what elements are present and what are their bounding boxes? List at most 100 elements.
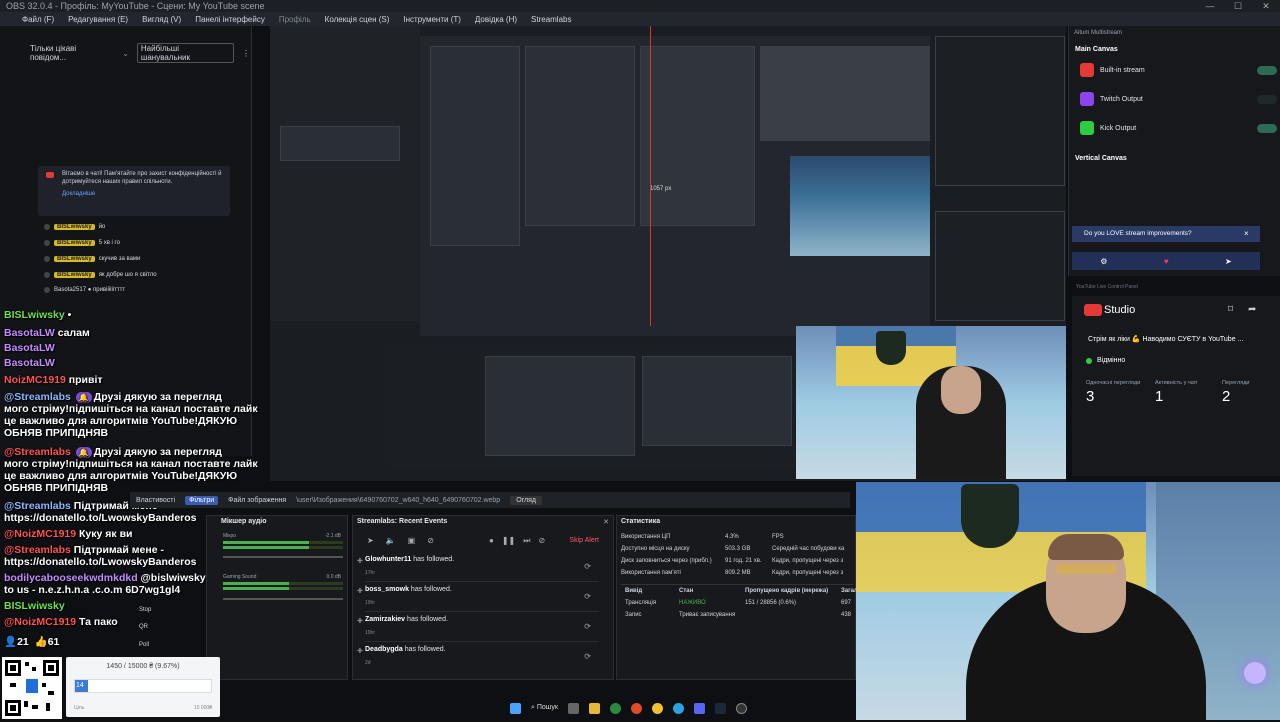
telegram-icon[interactable] — [672, 702, 684, 714]
output-kick[interactable]: Kick Output — [1080, 119, 1136, 137]
glasses — [1056, 564, 1116, 574]
divider — [621, 584, 853, 585]
volume-slider[interactable] — [223, 598, 343, 600]
menu-help[interactable]: Довідка (H) — [475, 15, 517, 24]
menu-docks[interactable]: Панелі інтерфейсу — [195, 15, 265, 24]
speaker-icon[interactable]: 🔈 — [386, 536, 396, 545]
like-count: 61 — [47, 636, 60, 648]
output-toggle[interactable] — [1257, 95, 1277, 104]
emblem-icon — [961, 484, 1019, 548]
replay-icon[interactable]: ⟳ — [584, 592, 591, 601]
main-canvas-label: Main Canvas — [1075, 46, 1118, 53]
browse-button[interactable]: Огляд — [510, 495, 543, 505]
volume-slider[interactable] — [223, 556, 343, 558]
source-item[interactable]: Poll — [139, 642, 149, 648]
stats-title: Статистика — [621, 518, 661, 525]
top-fans-button[interactable]: Найбільші шанувальник — [136, 43, 234, 63]
browser-icon[interactable] — [609, 702, 621, 714]
obs-icon[interactable] — [735, 702, 747, 714]
chat-message: BISLwiwsky 5 хв і го — [44, 238, 120, 248]
pin-icon[interactable]: ● — [489, 536, 494, 546]
output-twitch[interactable]: Twitch Output — [1080, 90, 1143, 108]
mute-icon[interactable]: ⊘ — [427, 536, 434, 545]
youtube-icon — [1084, 304, 1102, 316]
heart-icon[interactable]: ♥ — [1164, 257, 1169, 266]
studio-header: YouTube Live Control Panel — [1076, 284, 1138, 290]
menu-scene-collection[interactable]: Колекція сцен (S) — [325, 15, 390, 24]
notice-more-link[interactable]: Докладніше — [62, 190, 224, 198]
firefox-icon[interactable] — [630, 702, 642, 714]
discord-icon[interactable] — [693, 702, 705, 714]
replay-icon[interactable]: ⟳ — [584, 652, 591, 661]
mixer-title: Мікшер аудіо — [221, 518, 267, 525]
overlay-line: https://donatello.to/LwowskyBanderos — [4, 556, 197, 568]
overlay-line: це важливо для алгоритмів YouTube!ДЯКУЮ — [4, 470, 238, 482]
send-icon[interactable]: ➤ — [367, 536, 374, 545]
chat-icon[interactable]: ▣ — [408, 536, 416, 545]
follow-icon: ✚ — [357, 618, 363, 625]
minimize-icon[interactable]: — — [1196, 0, 1224, 12]
overlay-line: ОБНЯВ ПРИПІДНЯВ — [4, 482, 109, 494]
avatar — [44, 256, 50, 262]
menu-view[interactable]: Вигляд (V) — [142, 15, 181, 24]
overlay-line: NoizMC1919 привіт — [4, 374, 103, 386]
taskbar-search[interactable]: ⌕ Пошук — [531, 704, 558, 712]
youtube-icon — [1080, 63, 1094, 77]
close-icon[interactable]: ✕ — [603, 518, 609, 526]
close-icon[interactable]: ✕ — [1252, 0, 1280, 12]
skip-alert-button[interactable]: Skip Alert — [569, 537, 599, 544]
gear-icon[interactable]: ⚙ — [1100, 257, 1107, 266]
folder-icon[interactable] — [588, 702, 600, 714]
maximize-icon[interactable]: ☐ — [1224, 0, 1252, 12]
twitch-icon — [1080, 92, 1094, 106]
nested-guide-line — [650, 26, 651, 326]
chat-header: Тільки цікаві повідом... ⌄ Найбільші шан… — [30, 43, 250, 63]
source-item[interactable]: Stop — [139, 607, 151, 613]
source-toolbar: Властивості Фільтри Файл зображення \use… — [130, 492, 850, 508]
follow-icon: ✚ — [357, 558, 363, 565]
mute-alerts-icon[interactable]: ⊘ — [538, 536, 545, 546]
chat-message: BISLwiwsky йо — [44, 222, 105, 232]
menu-profile[interactable]: Профіль — [279, 15, 311, 24]
events-title: Streamlabs: Recent Events — [357, 518, 448, 525]
output-toggle[interactable] — [1257, 124, 1277, 133]
concurrent-viewers: 3 — [1086, 388, 1095, 405]
replay-icon[interactable]: ⟳ — [584, 622, 591, 631]
steam-icon[interactable] — [714, 702, 726, 714]
viewer-count: 21 — [17, 636, 29, 648]
meter-fill — [223, 546, 310, 549]
col-header: Стан — [679, 588, 694, 594]
menu-edit[interactable]: Редагування (E) — [68, 15, 128, 24]
output-builtin[interactable]: Built-in stream — [1080, 61, 1145, 79]
share-icon[interactable]: ➤ — [1225, 257, 1232, 266]
chrome-icon[interactable] — [651, 702, 663, 714]
source-item[interactable]: QR — [139, 624, 148, 630]
nested-webcam-large — [796, 326, 1066, 479]
bookmark-icon[interactable]: ⌑ — [1228, 304, 1233, 315]
properties-button[interactable]: Властивості — [136, 497, 175, 504]
pause-icon[interactable]: ❚❚ — [502, 536, 515, 546]
donation-min: Ціль — [74, 705, 85, 711]
stream-health: Відмінно — [1097, 357, 1126, 364]
close-icon[interactable]: × — [1244, 229, 1249, 238]
menu-tools[interactable]: Інструменти (T) — [403, 15, 461, 24]
menu-streamlabs[interactable]: Streamlabs — [531, 15, 571, 24]
chat-filter-top[interactable]: Тільки цікаві повідом... — [30, 44, 114, 62]
task-view-icon[interactable] — [567, 702, 579, 714]
window-title: OBS 32.0.4 - Профіль: MyYouTube - Сцени:… — [0, 0, 1280, 12]
more-icon[interactable]: ⋮ — [242, 49, 250, 58]
studio-logo: Studio — [1104, 304, 1136, 316]
menu-file[interactable]: Файл (F) — [22, 15, 54, 24]
chat-welcome-notice: Вітаємо в чаті! Пам'ятайте про захист ко… — [38, 166, 230, 216]
replay-icon[interactable]: ⟳ — [584, 562, 591, 571]
nested-stats — [642, 356, 792, 446]
stat-label: Доступно місця на диску — [621, 546, 690, 552]
youtube-icon — [46, 172, 54, 178]
event-tools: ➤ 🔈 ▣ ⊘ — [367, 536, 434, 545]
share-icon[interactable]: ➦ — [1248, 304, 1256, 315]
skip-icon[interactable]: ⏭ — [523, 536, 530, 546]
windows-icon[interactable] — [510, 702, 521, 714]
output-toggle[interactable] — [1257, 66, 1277, 75]
filters-button[interactable]: Фільтри — [185, 495, 219, 505]
avatar — [44, 240, 50, 246]
